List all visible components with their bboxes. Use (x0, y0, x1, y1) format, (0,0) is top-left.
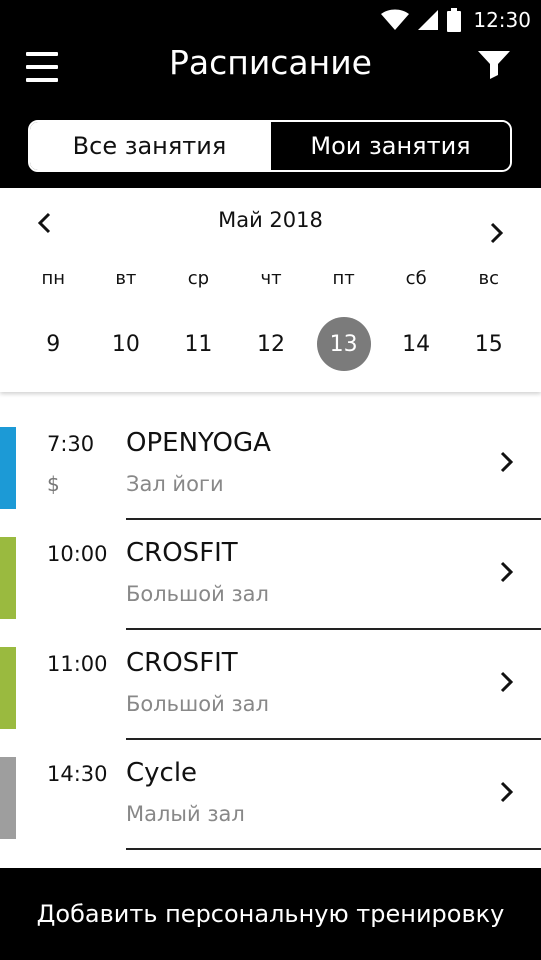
chevron-right-icon[interactable] (481, 218, 511, 248)
session-title: OPENYOGA (126, 428, 271, 458)
schedule-tabs: Все занятия Мои занятия (28, 120, 512, 172)
status-time: 12:30 (473, 8, 531, 32)
week-calendar: Май 2018 пн вт ср чт пт сб вс 9 10 11 12… (0, 188, 541, 392)
session-title: CROSFIT (126, 648, 238, 678)
signal-icon (418, 10, 439, 30)
date-button[interactable]: 15 (462, 317, 516, 371)
chevron-right-icon (500, 671, 514, 693)
date-button[interactable]: 10 (99, 317, 153, 371)
weekday-label: чт (260, 268, 282, 289)
date-cell: 14 (380, 316, 453, 372)
weekday-label: вт (115, 268, 137, 289)
status-bar: 12:30 (0, 0, 541, 40)
session-item[interactable]: 14:30 Cycle Малый зал (0, 722, 541, 850)
category-color-bar (0, 647, 16, 729)
weekday-label: вс (478, 268, 500, 289)
page-title: Расписание (169, 43, 372, 82)
session-room: Большой зал (126, 692, 269, 716)
tab-all-sessions[interactable]: Все занятия (30, 122, 269, 170)
session-room: Большой зал (126, 582, 269, 606)
status-icons: 12:30 (381, 6, 531, 34)
session-title: CROSFIT (126, 538, 238, 568)
date-row: 9 10 11 12 13 14 15 (17, 316, 525, 372)
wifi-icon (381, 9, 410, 30)
date-button[interactable]: 11 (171, 317, 225, 371)
session-item[interactable]: 11:00 CROSFIT Большой зал (0, 612, 541, 740)
category-color-bar (0, 537, 16, 619)
date-cell: 11 (162, 316, 235, 372)
category-color-bar (0, 757, 16, 839)
session-room: Зал йоги (126, 472, 224, 496)
filter-icon[interactable] (477, 50, 511, 80)
date-button[interactable]: 12 (244, 317, 298, 371)
date-button-selected[interactable]: 13 (316, 317, 371, 371)
session-list: 7:30 $ OPENYOGA Зал йоги 10:00 CROSFIT Б… (0, 392, 541, 868)
add-personal-training-button[interactable]: Добавить персональную тренировку (0, 868, 541, 960)
session-time: 11:00 (47, 652, 108, 676)
weekday-label: пн (41, 268, 66, 289)
weekday-label: ср (187, 268, 210, 289)
tab-my-sessions[interactable]: Мои занятия (269, 122, 510, 170)
date-cell: 15 (452, 316, 525, 372)
date-cell: 10 (90, 316, 163, 372)
category-color-bar (0, 427, 16, 509)
chevron-right-icon (500, 451, 514, 473)
date-cell-selected: 13 (307, 316, 380, 372)
date-button[interactable]: 9 (26, 317, 80, 371)
session-item[interactable]: 7:30 $ OPENYOGA Зал йоги (0, 392, 541, 520)
session-room: Малый зал (126, 802, 245, 826)
session-time: 14:30 (47, 762, 108, 786)
session-title: Cycle (126, 758, 198, 788)
app-bar: Расписание Все занятия Мои занятия (0, 40, 541, 188)
weekday-label: сб (405, 268, 427, 289)
session-item[interactable]: 10:00 CROSFIT Большой зал (0, 502, 541, 630)
session-time: 7:30 (47, 432, 95, 456)
weekday-label: пт (332, 268, 355, 289)
calendar-month: Май 2018 (218, 208, 323, 232)
chevron-right-icon (500, 561, 514, 583)
session-time: 10:00 (47, 542, 108, 566)
weekday-row: пн вт ср чт пт сб вс (17, 268, 525, 289)
date-cell: 12 (235, 316, 308, 372)
chevron-right-icon (500, 781, 514, 803)
battery-icon (447, 8, 462, 32)
divider (126, 848, 541, 850)
date-button[interactable]: 14 (389, 317, 443, 371)
date-cell: 9 (17, 316, 90, 372)
session-price: $ (47, 472, 60, 496)
